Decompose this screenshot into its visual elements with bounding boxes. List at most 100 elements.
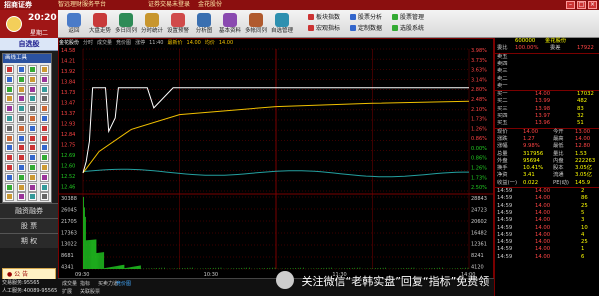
- draw-tool-icon[interactable]: [5, 172, 14, 182]
- draw-tool-icon[interactable]: [39, 143, 49, 153]
- margin-trading-button[interactable]: 融资融券: [0, 203, 58, 218]
- draw-tool-icon[interactable]: [39, 133, 49, 143]
- draw-tool-icon[interactable]: [39, 65, 49, 74]
- draw-tool-icon[interactable]: [28, 172, 37, 182]
- toolbar-link-0[interactable]: 板块指数: [308, 13, 340, 23]
- draw-tool-icon[interactable]: [28, 65, 37, 74]
- tool-glyph: [30, 106, 35, 112]
- draw-tool-icon[interactable]: [16, 94, 26, 104]
- draw-tool-icon[interactable]: [16, 143, 26, 153]
- draw-tool-icon[interactable]: [39, 172, 49, 182]
- draw-tool-icon[interactable]: [5, 94, 14, 104]
- toolbar-button-7[interactable]: 多帐同列: [244, 12, 268, 36]
- close-icon[interactable]: ×: [588, 1, 597, 9]
- draw-tool-icon[interactable]: [16, 133, 26, 143]
- draw-tool-icon[interactable]: [39, 192, 49, 202]
- y-tick-right: 3.73%: [471, 58, 487, 64]
- toolbar-button-3[interactable]: 分时统计: [140, 12, 164, 36]
- toolbar-button-8[interactable]: 自选管理: [270, 12, 294, 36]
- tick-time: 14:59: [497, 253, 513, 260]
- volume-bar: [248, 267, 250, 269]
- draw-tool-icon[interactable]: [39, 182, 49, 192]
- chart-tab-1[interactable]: 指标: [78, 281, 92, 288]
- toolbar-link-5[interactable]: 选股系统: [392, 24, 424, 34]
- favorites-tab[interactable]: 自选股: [0, 38, 58, 51]
- draw-tool-icon[interactable]: [16, 104, 26, 114]
- draw-tool-icon[interactable]: [5, 114, 14, 123]
- draw-tool-icon[interactable]: [39, 84, 49, 94]
- draw-tool-icon[interactable]: [28, 163, 37, 172]
- draw-tool-icon[interactable]: [5, 182, 14, 192]
- draw-tool-icon[interactable]: [16, 182, 26, 192]
- volume-bar: [106, 267, 107, 269]
- draw-tool-icon[interactable]: [28, 74, 37, 84]
- draw-tool-icon[interactable]: [28, 133, 37, 143]
- toolbar-button-0[interactable]: 返回: [62, 12, 86, 36]
- draw-tool-icon[interactable]: [16, 114, 26, 123]
- draw-tool-icon[interactable]: [5, 133, 14, 143]
- toolbar-link-4[interactable]: 股票管理: [392, 13, 424, 23]
- draw-tool-icon[interactable]: [16, 163, 26, 172]
- options-button[interactable]: 期 权: [0, 233, 58, 248]
- draw-tool-icon[interactable]: [5, 104, 14, 114]
- draw-tool-icon[interactable]: [39, 153, 49, 163]
- draw-tool-icon[interactable]: [28, 94, 37, 104]
- draw-tool-icon[interactable]: [39, 114, 49, 123]
- draw-tool-icon[interactable]: [16, 153, 26, 163]
- volume-bar: [179, 268, 181, 269]
- draw-tool-icon[interactable]: [28, 153, 37, 163]
- draw-tool-icon[interactable]: [28, 114, 37, 123]
- draw-tool-icon[interactable]: [16, 192, 26, 202]
- y-tick-left: 12.46: [61, 185, 75, 191]
- vol-tick-left: 13022: [61, 242, 77, 248]
- chart-tab-0[interactable]: 成交量: [60, 281, 79, 288]
- toolbar-link-2[interactable]: 股票分析: [350, 13, 382, 23]
- stocks-button[interactable]: 股 票: [0, 218, 58, 233]
- draw-tool-icon[interactable]: [5, 143, 14, 153]
- minimize-icon[interactable]: –: [566, 1, 575, 9]
- draw-tool-icon[interactable]: [39, 94, 49, 104]
- draw-tool-icon[interactable]: [28, 84, 37, 94]
- toolbar-button-5[interactable]: 分析图: [192, 12, 216, 36]
- maximize-icon[interactable]: □: [577, 1, 586, 9]
- volume-bar: [105, 267, 106, 269]
- draw-tool-icon[interactable]: [39, 123, 49, 133]
- buy-row: 买五 13.96 51: [495, 120, 599, 127]
- chart-subtab-0[interactable]: 扩展: [60, 289, 74, 296]
- intraday-chart[interactable]: 金花股份 分时 成交量 竞价图 涨停 11:40 最新价 14.00 均价 14.00 14.58…: [58, 38, 494, 286]
- volume-bar: [130, 267, 132, 269]
- draw-tool-icon[interactable]: [28, 192, 37, 202]
- draw-tool-icon[interactable]: [5, 74, 14, 84]
- toolbar-button-2[interactable]: 多日同列: [114, 12, 138, 36]
- draw-tool-icon[interactable]: [16, 74, 26, 84]
- draw-tool-icon[interactable]: [28, 182, 37, 192]
- draw-tool-icon[interactable]: [5, 84, 14, 94]
- draw-tool-icon[interactable]: [39, 104, 49, 114]
- stat-value: 10.41%: [523, 165, 544, 172]
- draw-tool-icon[interactable]: [5, 163, 14, 172]
- toolbar-button-4[interactable]: 设置预警: [166, 12, 190, 36]
- draw-tool-icon[interactable]: [16, 84, 26, 94]
- draw-tool-icon[interactable]: [16, 65, 26, 74]
- draw-tool-icon[interactable]: [5, 65, 14, 74]
- tick-price: 14.00: [535, 188, 551, 194]
- draw-tool-icon[interactable]: [39, 74, 49, 84]
- draw-tool-icon[interactable]: [28, 123, 37, 133]
- draw-tool-icon[interactable]: [16, 172, 26, 182]
- toolbar-link-3[interactable]: 定制数据: [350, 24, 382, 34]
- chart-subtab-1[interactable]: 关联股票: [78, 289, 102, 296]
- toolbar-button-6[interactable]: 基本资料: [218, 12, 242, 36]
- volume-bar: [133, 266, 134, 269]
- tool-glyph: [30, 194, 35, 200]
- toolbar-link-1[interactable]: 宏观指标: [308, 24, 340, 34]
- toolbar-button-1[interactable]: 大盘走势: [88, 12, 112, 36]
- draw-tool-icon[interactable]: [28, 143, 37, 153]
- draw-tool-icon[interactable]: [5, 123, 14, 133]
- draw-tool-icon[interactable]: [5, 192, 14, 202]
- draw-tool-icon[interactable]: [28, 104, 37, 114]
- y-tick-left: 14.21: [61, 59, 75, 65]
- draw-tool-icon[interactable]: [16, 123, 26, 133]
- chart-tab-3[interactable]: 竞价图: [114, 281, 133, 288]
- draw-tool-icon[interactable]: [39, 163, 49, 172]
- draw-tool-icon[interactable]: [5, 153, 14, 163]
